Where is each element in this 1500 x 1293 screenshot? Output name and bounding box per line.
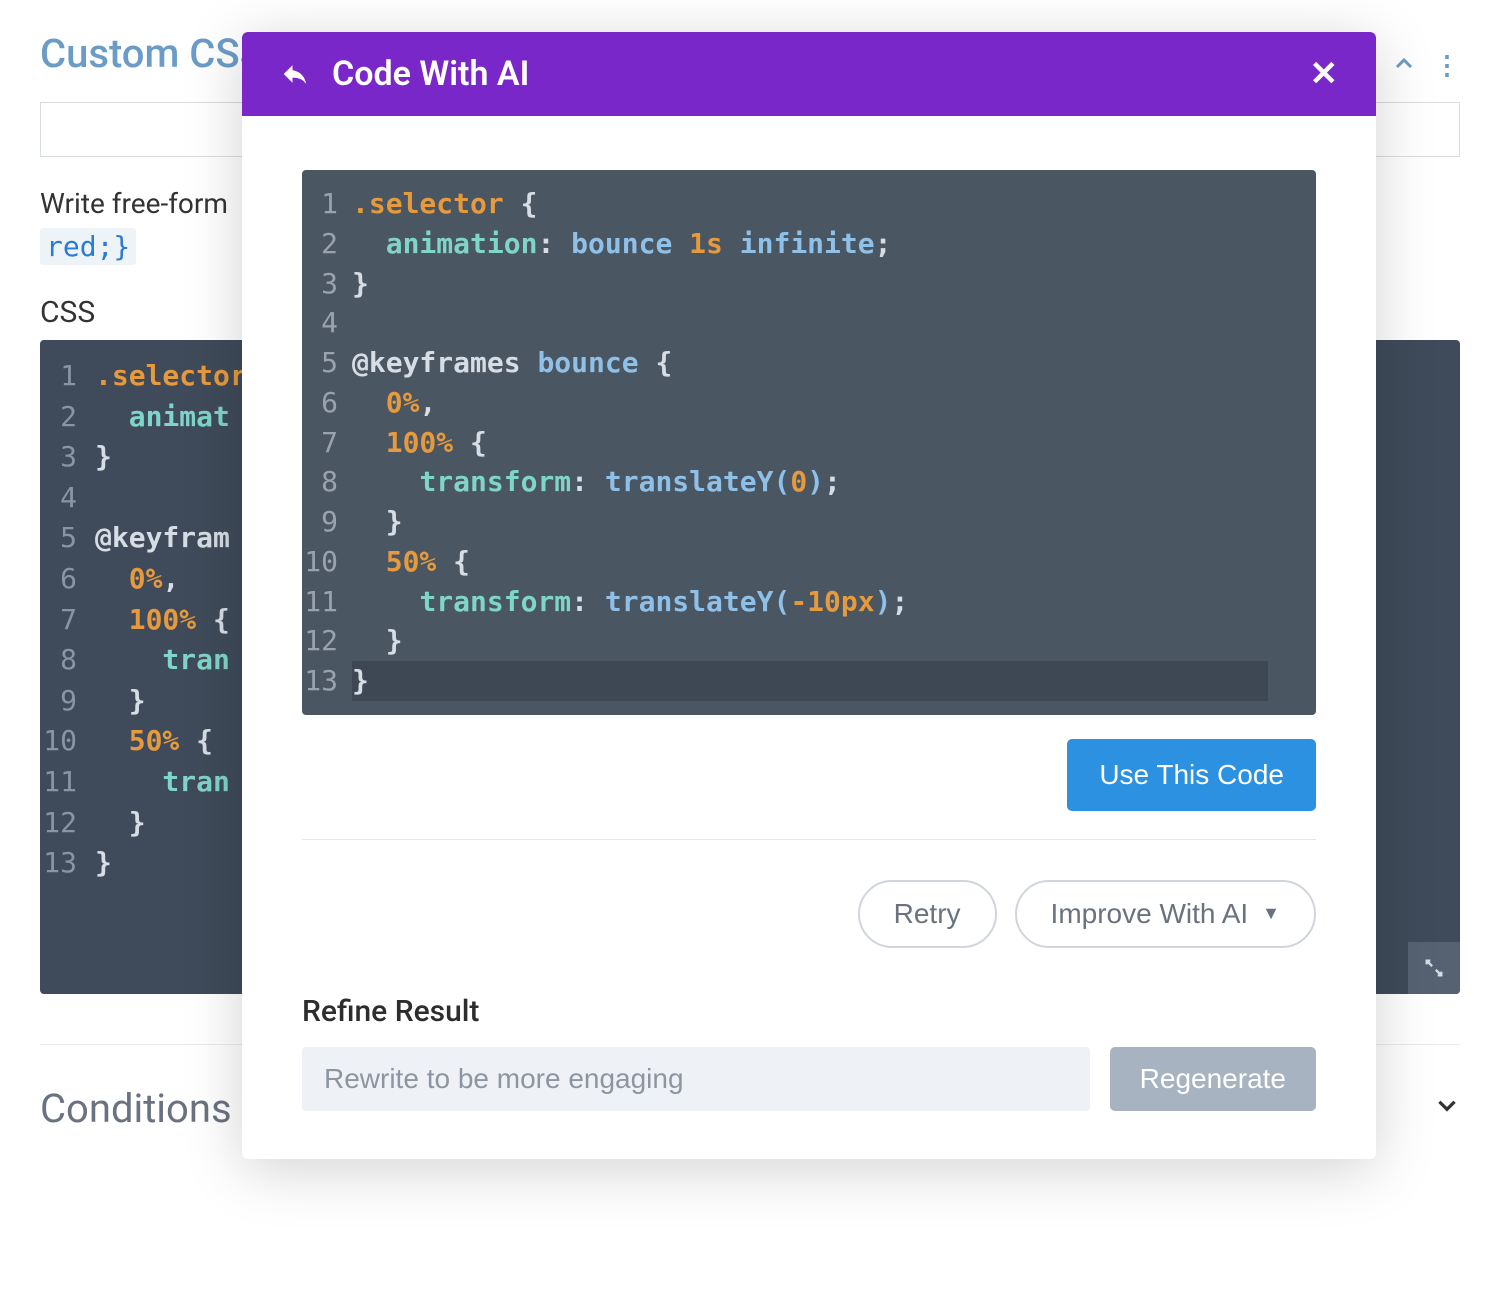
regenerate-button[interactable]: Regenerate: [1110, 1047, 1316, 1111]
code-line: 1.selector {: [302, 184, 1316, 224]
code-content: }: [352, 661, 369, 701]
code-content: animat: [95, 397, 230, 438]
line-number: 1: [40, 356, 95, 397]
chevron-down-icon[interactable]: [1434, 1091, 1460, 1126]
code-content: 0%,: [95, 559, 179, 600]
collapse-icon[interactable]: [1392, 49, 1416, 84]
code-content: animation: bounce 1s infinite;: [352, 224, 891, 264]
close-icon[interactable]: ✕: [1310, 54, 1339, 94]
code-sample-pill: red;}: [40, 228, 136, 265]
code-content: }: [95, 681, 146, 722]
more-menu-icon[interactable]: ⋮: [1434, 51, 1460, 81]
code-content: tran: [95, 640, 230, 681]
improve-with-ai-button[interactable]: Improve With AI ▼: [1015, 880, 1316, 948]
code-line: 9 }: [302, 502, 1316, 542]
line-number: 7: [302, 423, 352, 463]
code-content: .selector {: [352, 184, 537, 224]
line-number: 5: [40, 518, 95, 559]
line-number: 7: [40, 600, 95, 641]
line-number: 9: [40, 681, 95, 722]
code-content: 0%,: [352, 383, 436, 423]
line-number: 12: [302, 621, 352, 661]
line-number: 11: [40, 762, 95, 803]
code-content: }: [95, 843, 112, 884]
retry-label: Retry: [894, 898, 961, 930]
code-content: transform: translateY(0);: [352, 462, 841, 502]
code-content: transform: translateY(-10px);: [352, 582, 908, 622]
line-number: 2: [40, 397, 95, 438]
code-line: 5@keyframes bounce {: [302, 343, 1316, 383]
code-content: .selector: [95, 356, 247, 397]
code-line: 7 100% {: [302, 423, 1316, 463]
line-number: 8: [302, 462, 352, 502]
code-content: 50% {: [352, 542, 470, 582]
line-number: 11: [302, 582, 352, 622]
line-number: 12: [40, 803, 95, 844]
generated-code-block[interactable]: 1.selector {2 animation: bounce 1s infin…: [302, 170, 1316, 715]
line-number: 4: [302, 303, 352, 343]
expand-editor-icon[interactable]: [1408, 942, 1460, 994]
code-content: }: [95, 437, 112, 478]
line-number: 6: [40, 559, 95, 600]
improve-label: Improve With AI: [1051, 898, 1249, 930]
section-title: Custom CSS: [40, 30, 264, 77]
dropdown-caret-icon: ▼: [1262, 903, 1280, 924]
conditions-title: Conditions: [40, 1085, 232, 1132]
line-number: 8: [40, 640, 95, 681]
code-line: 8 transform: translateY(0);: [302, 462, 1316, 502]
code-line: 2 animation: bounce 1s infinite;: [302, 224, 1316, 264]
code-content: @keyframes bounce {: [352, 343, 672, 383]
line-number: 10: [40, 721, 95, 762]
line-number: 13: [40, 843, 95, 884]
code-line: 13}: [302, 661, 1316, 701]
refine-result-label: Refine Result: [302, 994, 1316, 1029]
code-line: 4: [302, 303, 1316, 343]
code-content: @keyfram: [95, 518, 230, 559]
line-number: 5: [302, 343, 352, 383]
code-content: }: [352, 264, 369, 304]
modal-header: Code With AI ✕: [242, 32, 1376, 116]
line-number: 2: [302, 224, 352, 264]
code-line: 6 0%,: [302, 383, 1316, 423]
line-number: 9: [302, 502, 352, 542]
code-content: }: [352, 502, 403, 542]
divider: [302, 839, 1316, 840]
retry-button[interactable]: Retry: [858, 880, 997, 948]
code-content: tran: [95, 762, 230, 803]
line-number: 3: [302, 264, 352, 304]
code-content: }: [95, 803, 146, 844]
code-content: 100% {: [95, 600, 230, 641]
line-number: 6: [302, 383, 352, 423]
code-line: 3}: [302, 264, 1316, 304]
code-with-ai-modal: Code With AI ✕ 1.selector {2 animation: …: [242, 32, 1376, 1159]
code-content: 50% {: [95, 721, 213, 762]
modal-title: Code With AI: [332, 54, 529, 94]
line-number: 4: [40, 478, 95, 519]
line-number: 13: [302, 661, 352, 701]
code-content: }: [352, 621, 403, 661]
line-number: 1: [302, 184, 352, 224]
code-line: 12 }: [302, 621, 1316, 661]
use-this-code-button[interactable]: Use This Code: [1067, 739, 1316, 811]
line-number: 3: [40, 437, 95, 478]
back-arrow-icon[interactable]: [280, 59, 310, 89]
code-content: 100% {: [352, 423, 487, 463]
code-line: 10 50% {: [302, 542, 1316, 582]
line-number: 10: [302, 542, 352, 582]
code-line: 11 transform: translateY(-10px);: [302, 582, 1316, 622]
refine-input[interactable]: [302, 1047, 1090, 1111]
